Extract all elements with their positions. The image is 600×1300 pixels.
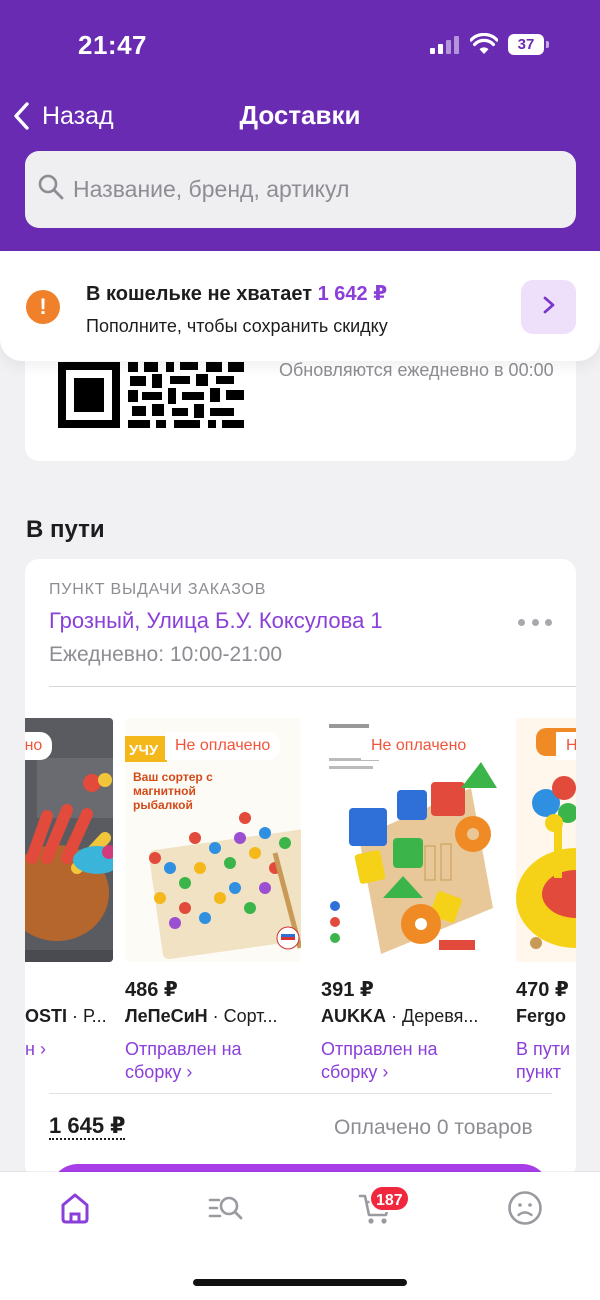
wallet-shortfall-amount: 1 642 ₽: [317, 283, 388, 305]
wallet-banner[interactable]: [0, 251, 600, 361]
profile-icon: [507, 1190, 543, 1231]
product-price: 391 ₽: [321, 979, 374, 1001]
product-brand: ЛеПеСиН: [125, 1006, 208, 1026]
product-status[interactable]: В пути пункт: [516, 1038, 576, 1084]
product-card[interactable]: УЧУ Ваш сортер с магнитной рыбалкой Не о…: [125, 718, 301, 1090]
search-bar[interactable]: [25, 151, 576, 228]
more-options-icon[interactable]: [518, 611, 552, 633]
paid-items-count: Оплачено 0 товаров: [334, 1116, 533, 1139]
product-status[interactable]: Отправлен на сборку ›: [321, 1038, 497, 1084]
divider: [49, 686, 576, 687]
product-brand: OSTI: [25, 1006, 68, 1026]
product-name: Сорт...: [223, 1006, 278, 1026]
product-brand: Fergo: [516, 1006, 567, 1026]
qr-update-note: Обновляются ежедневно в 00:00: [279, 360, 554, 380]
page-title: Доставки: [239, 100, 361, 130]
product-price: 486 ₽: [125, 979, 178, 1001]
cellular-signal-icon: [430, 36, 462, 54]
status-badge: Не оплачено: [165, 732, 281, 760]
search-icon: [37, 173, 65, 206]
qr-code-image: [58, 362, 244, 428]
product-name: Р...: [83, 1006, 107, 1026]
status-badge: Не оплачено: [361, 732, 477, 760]
status-badge: Н: [556, 732, 576, 760]
search-input[interactable]: [73, 176, 553, 203]
wifi-icon: [469, 32, 499, 55]
product-image: Н: [516, 718, 576, 962]
wallet-topup-button[interactable]: [521, 280, 576, 334]
product-image: УЧУ Ваш сортер с магнитной рыбалкой Не о…: [125, 718, 301, 962]
chevron-right-icon: [542, 295, 556, 320]
wallet-banner-title: В кошельке не хватает 1 642 ₽: [86, 281, 387, 306]
product-image-caption: Ваш сортер с магнитной рыбалкой: [133, 770, 213, 812]
home-indicator[interactable]: [193, 1279, 407, 1286]
battery-icon: 37: [508, 34, 550, 55]
product-title: AUKKA · Деревя...: [321, 1006, 479, 1026]
product-card[interactable]: Не оплачено 391 ₽ AUKKA · Деревя... Отпр…: [321, 718, 497, 1090]
svg-text:УЧУ: УЧУ: [129, 742, 159, 759]
battery-level: 37: [508, 34, 544, 55]
warning-icon: !: [26, 290, 60, 324]
product-card[interactable]: Н 470 ₽ Fergo В пути пункт: [516, 718, 576, 1090]
wallet-title-text: В кошельке не хватает: [86, 283, 313, 305]
status-time: 21:47: [78, 30, 147, 60]
product-title: OSTI · Р...: [25, 1006, 107, 1026]
cart-count-badge: 187: [369, 1185, 410, 1212]
product-status[interactable]: н ›: [25, 1038, 113, 1061]
product-status[interactable]: Отправлен на сборку ›: [125, 1038, 301, 1084]
status-bar: 21:47 37: [0, 0, 600, 80]
product-price: 470 ₽: [516, 979, 569, 1001]
product-image: Не оплачено: [321, 718, 497, 962]
pickup-point-hours: Ежедневно: 10:00-21:00: [49, 643, 282, 666]
products-carousel[interactable]: Не оплачено OSTI · Р... н › УЧУ: [25, 718, 576, 1090]
tab-home[interactable]: [55, 1190, 95, 1230]
wallet-banner-subtitle: Пополните, чтобы сохранить скидку: [86, 316, 388, 336]
product-image: Не оплачено: [25, 718, 113, 962]
product-title: ЛеПеСиН · Сорт...: [125, 1006, 278, 1026]
product-name: Деревя...: [402, 1006, 479, 1026]
tab-profile[interactable]: [505, 1190, 545, 1230]
home-icon: [58, 1191, 92, 1230]
pickup-point-address[interactable]: Грозный, Улица Б.У. Коксулова 1: [49, 608, 383, 634]
order-total[interactable]: 1 645 ₽: [49, 1114, 126, 1140]
section-title-in-transit: В пути: [26, 516, 105, 543]
product-brand: AUKKA: [321, 1006, 386, 1026]
catalog-search-icon: [207, 1191, 243, 1230]
product-title: Fergo: [516, 1006, 576, 1027]
divider: [49, 1093, 552, 1094]
tab-catalog[interactable]: [205, 1190, 245, 1230]
product-card[interactable]: Не оплачено OSTI · Р... н ›: [25, 718, 113, 1090]
pickup-point-label: ПУНКТ ВЫДАЧИ ЗАКАЗОВ: [49, 581, 267, 598]
status-badge: Не оплачено: [25, 732, 53, 760]
